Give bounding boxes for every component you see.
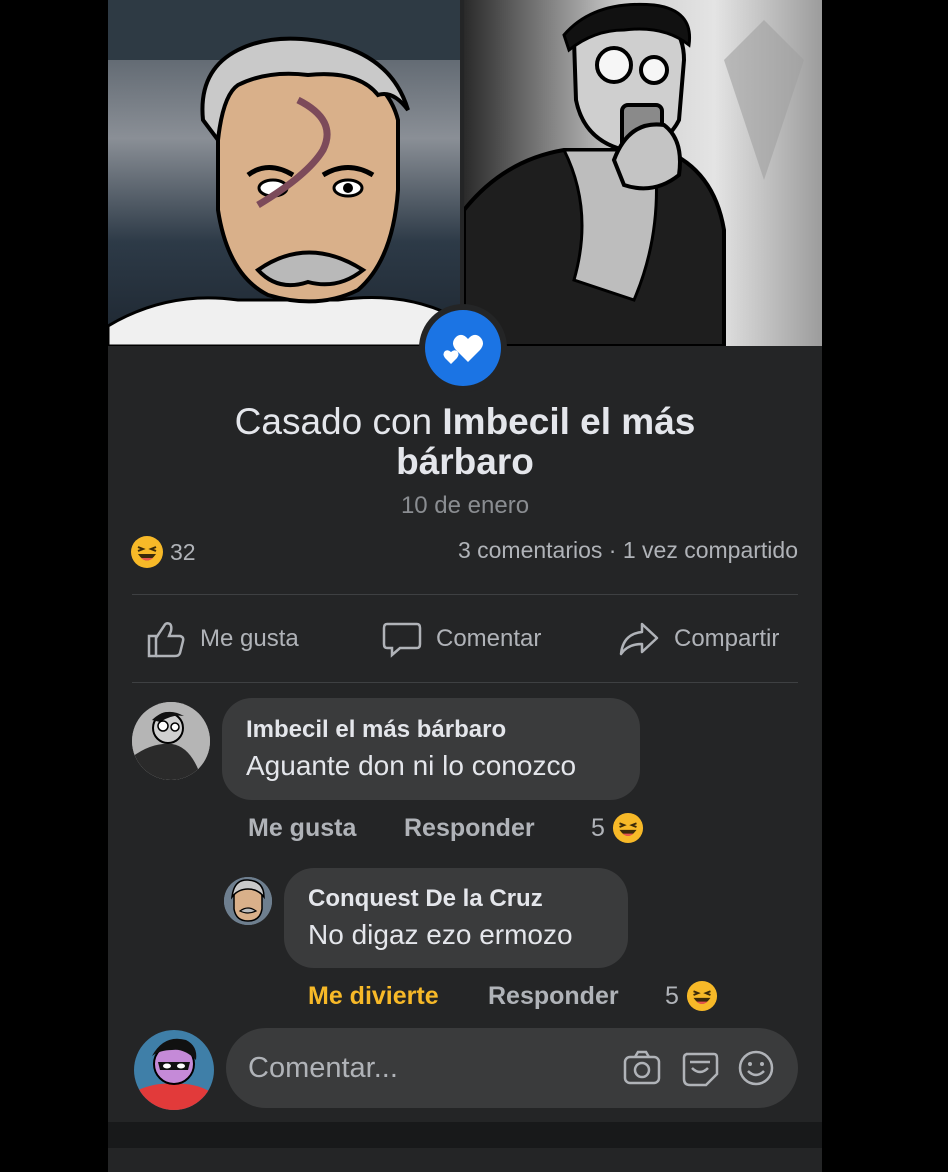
reply-actions: Me divierte Responder 5: [308, 980, 728, 1014]
comment-like-link[interactable]: Me gusta: [248, 814, 356, 843]
cover-photo-left[interactable]: [108, 0, 460, 346]
relationship-badge: [419, 304, 507, 392]
share-arrow-icon: [619, 622, 659, 656]
cartoon-man-with-glasses-illustration: [464, 2, 804, 346]
comment-button[interactable]: Comentar: [382, 620, 541, 658]
sticker-icon[interactable]: [680, 1048, 720, 1088]
haha-emoji-icon: [612, 812, 644, 844]
comment-actions: Me gusta Responder 5: [248, 812, 648, 846]
avatar-masked-hero-image: [134, 1030, 214, 1110]
reply-reaction-count[interactable]: 5: [665, 982, 679, 1011]
reply-text: No digaz ezo ermozo: [308, 919, 573, 950]
comment-author[interactable]: Imbecil el más bárbaro: [246, 716, 576, 744]
reply-author[interactable]: Conquest De la Cruz: [308, 885, 573, 913]
headline-partner-name[interactable]: Imbecil el más bárbaro: [396, 401, 695, 482]
commenter-avatar[interactable]: [224, 877, 272, 925]
camera-icon[interactable]: [622, 1048, 662, 1088]
post-card: Casado con Imbecil el más bárbaro 10 de …: [108, 0, 822, 1172]
comments-shares-stats[interactable]: 3 comentarios · 1 vez compartido: [458, 537, 798, 564]
like-button-label: Me gusta: [200, 625, 299, 652]
avatar-old-man-image: [224, 877, 272, 925]
reply-bubble[interactable]: Conquest De la Cruz No digaz ezo ermozo: [284, 868, 628, 968]
comment-composer[interactable]: Comentar...: [226, 1028, 798, 1108]
headline-prefix: Casado con: [234, 401, 433, 442]
cover-photo-right[interactable]: [464, 0, 822, 346]
divider-top: [132, 594, 798, 595]
share-button-label: Compartir: [674, 625, 780, 652]
comment-reply-link[interactable]: Responder: [404, 814, 535, 843]
thumbs-up-icon: [147, 622, 185, 658]
comment-reaction-count[interactable]: 5: [591, 814, 605, 843]
current-user-avatar[interactable]: [134, 1030, 214, 1110]
reply-reply-link[interactable]: Responder: [488, 982, 619, 1011]
reactions-summary: 32 3 comentarios · 1 vez compartido: [130, 533, 798, 573]
event-date: 10 de enero: [400, 492, 530, 519]
avatar-glasses-man-image: [132, 702, 210, 780]
reaction-count[interactable]: 32: [170, 539, 196, 566]
post-actions-bar: Me gusta Comentar Compartir: [132, 606, 798, 676]
life-event-headline: Casado con Imbecil el más bárbaro: [208, 402, 722, 482]
hearts-icon: [425, 310, 501, 386]
haha-emoji-icon[interactable]: [130, 535, 164, 569]
comment-text: Aguante don ni lo conozco: [246, 750, 577, 781]
reply-reaction-link[interactable]: Me divierte: [308, 982, 439, 1011]
like-button[interactable]: Me gusta: [146, 620, 299, 658]
bottom-separator: [108, 1122, 822, 1148]
cover-photos: [108, 0, 822, 346]
comment-bubble[interactable]: Imbecil el más bárbaro Aguante don ni lo…: [222, 698, 640, 800]
speech-bubble-icon: [382, 622, 422, 658]
cartoon-old-man-illustration: [108, 0, 460, 346]
emoji-icon[interactable]: [736, 1048, 776, 1088]
composer-placeholder[interactable]: Comentar...: [248, 1052, 398, 1085]
commenter-avatar[interactable]: [132, 702, 210, 780]
haha-emoji-icon: [686, 980, 718, 1012]
comment-button-label: Comentar: [436, 625, 542, 652]
share-button[interactable]: Compartir: [618, 620, 779, 658]
divider-bottom: [132, 682, 798, 683]
